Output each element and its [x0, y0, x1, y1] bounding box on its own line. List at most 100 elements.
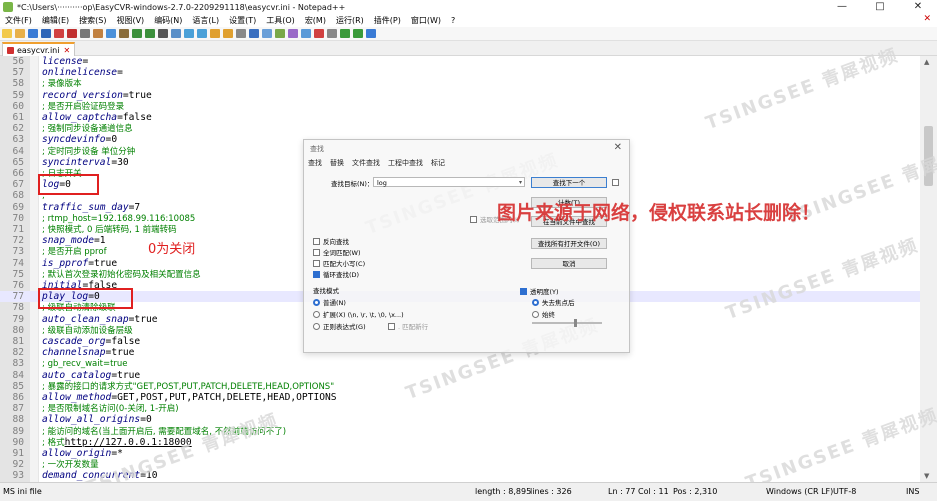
transparency-slider[interactable] — [532, 319, 602, 327]
menu-encoding[interactable]: 编码(N) — [149, 15, 187, 26]
config-value: = — [82, 56, 89, 67]
show-all-chars-icon[interactable] — [249, 29, 259, 38]
tab-close-icon[interactable]: ✕ — [63, 46, 70, 55]
tab-easycvr-ini[interactable]: easycvr.ini ✕ — [2, 42, 76, 56]
code-line[interactable]: 86 allow_method=GET,POST,PUT,PATCH,DELETE… — [0, 392, 920, 403]
scroll-up-icon[interactable]: ▲ — [924, 58, 929, 66]
menu-edit[interactable]: 编辑(E) — [37, 15, 74, 26]
line-number: 69 — [12, 201, 24, 213]
tab-find-in-files[interactable]: 文件查找 — [352, 158, 380, 168]
transparency-checkbox[interactable]: 透明度(Y) — [520, 286, 559, 296]
close-document-icon[interactable]: ✕ — [923, 14, 931, 24]
menu-search[interactable]: 搜索(S) — [74, 15, 111, 26]
line-text: traffic_sum_day=7 — [42, 202, 140, 213]
close-window-button[interactable]: ✕ — [899, 0, 937, 14]
close-file-icon[interactable] — [54, 29, 64, 38]
line-number: 61 — [12, 112, 24, 123]
code-line[interactable]: 88 allow_all_origins=0 — [0, 414, 920, 425]
backward-direction-checkbox[interactable]: 反向查找 — [313, 236, 349, 246]
find-icon[interactable] — [158, 29, 168, 38]
tab-replace[interactable]: 替换 — [330, 158, 344, 168]
function-list-icon[interactable] — [288, 29, 298, 38]
undo-icon[interactable] — [132, 29, 142, 38]
find-next-button[interactable]: 查找下一个 — [531, 177, 607, 188]
search-mode-regex-radio[interactable]: 正则表达式(G) — [313, 321, 366, 331]
code-line[interactable]: 62 ; 强制同步设备通道信息 — [0, 123, 920, 134]
maximize-button[interactable]: □ — [861, 0, 899, 14]
word-wrap-icon[interactable] — [236, 29, 246, 38]
sync-vertical-icon[interactable] — [210, 29, 220, 38]
open-file-icon[interactable] — [15, 29, 25, 38]
slider-handle[interactable] — [574, 319, 577, 327]
paste-icon[interactable] — [119, 29, 129, 38]
menu-bar: 文件(F) 编辑(E) 搜索(S) 视图(V) 编码(N) 语言(L) 设置(T… — [0, 14, 937, 27]
minimize-button[interactable]: — — [823, 0, 861, 14]
find-all-open-button[interactable]: 查找所有打开文件(O) — [531, 238, 607, 249]
record-macro-icon[interactable] — [314, 29, 324, 38]
redo-icon[interactable] — [145, 29, 155, 38]
wrap-around-checkbox[interactable]: 循环查找(D) — [313, 269, 359, 279]
print-icon[interactable] — [80, 29, 90, 38]
status-column: Col : 11 — [638, 487, 669, 496]
chevron-down-icon[interactable]: ▾ — [519, 178, 522, 188]
transparency-always-radio[interactable]: 始终 — [532, 309, 555, 319]
tab-find[interactable]: 查找 — [308, 158, 322, 168]
scroll-down-icon[interactable]: ▼ — [924, 472, 929, 480]
code-line[interactable]: 57 onlinelicense= — [0, 67, 920, 78]
copy-icon[interactable] — [106, 29, 116, 38]
find-next-option-checkbox[interactable] — [612, 179, 622, 186]
search-mode-normal-radio[interactable]: 普通(N) — [313, 297, 346, 307]
radio-circle — [532, 298, 539, 306]
menu-file[interactable]: 文件(F) — [0, 15, 37, 26]
line-text: syncdevinfo=0 — [42, 134, 117, 145]
code-line[interactable]: 61 allow_captcha=false — [0, 112, 920, 123]
menu-run[interactable]: 运行(R) — [331, 15, 369, 26]
menu-tools[interactable]: 工具(O) — [261, 15, 300, 26]
config-key: allow_captcha — [42, 112, 118, 123]
run-macro-multiple-icon[interactable] — [353, 29, 363, 38]
replace-icon[interactable] — [171, 29, 181, 38]
zoom-in-icon[interactable] — [184, 29, 194, 38]
cut-icon[interactable] — [93, 29, 103, 38]
tab-mark[interactable]: 标记 — [431, 158, 445, 168]
save-macro-icon[interactable] — [366, 29, 376, 38]
menu-window[interactable]: 窗口(W) — [406, 15, 446, 26]
save-icon[interactable] — [28, 29, 38, 38]
line-number: 72 — [12, 235, 24, 247]
option-label: 反向查找 — [323, 238, 349, 246]
menu-plugins[interactable]: 插件(P) — [369, 15, 406, 26]
close-all-icon[interactable] — [67, 29, 77, 38]
stop-macro-icon[interactable] — [327, 29, 337, 38]
find-dialog-close-icon[interactable]: ✕ — [614, 142, 622, 153]
zoom-out-icon[interactable] — [197, 29, 207, 38]
menu-macro[interactable]: 宏(M) — [300, 15, 331, 26]
tab-find-in-project[interactable]: 工程中查找 — [388, 158, 423, 168]
find-what-input[interactable]: log ▾ — [373, 177, 525, 187]
config-key: onlinelicense — [42, 67, 118, 79]
new-file-icon[interactable] — [2, 29, 12, 38]
transparency-on-losing-focus-radio[interactable]: 失去焦点后 — [532, 297, 575, 307]
config-key: license — [42, 56, 83, 67]
match-case-checkbox[interactable]: 匹配大小写(C) — [313, 258, 365, 268]
match-whole-word-checkbox[interactable]: 全词匹配(W) — [313, 247, 361, 257]
menu-view[interactable]: 视图(V) — [111, 15, 149, 26]
sync-horizontal-icon[interactable] — [223, 29, 233, 38]
matches-newline-checkbox[interactable]: . 匹配新行 — [388, 321, 428, 331]
save-all-icon[interactable] — [41, 29, 51, 38]
menu-settings[interactable]: 设置(T) — [224, 15, 261, 26]
indent-guide-icon[interactable] — [262, 29, 272, 38]
cancel-button[interactable]: 取消 — [531, 258, 607, 269]
code-line[interactable]: 89; 能访问的域名(当上面开启后, 需要配置域名, 不然前端访问不了) — [0, 426, 920, 437]
line-number: 65 — [12, 156, 24, 168]
code-line[interactable]: 87 ; 是否限制域名访问(0-关闭, 1-开启) — [0, 403, 920, 414]
checkbox-box — [313, 248, 320, 256]
menu-language[interactable]: 语言(L) — [187, 15, 224, 26]
play-macro-icon[interactable] — [340, 29, 350, 38]
code-line[interactable]: 90; 格式http://127.0.0.1:18000 — [0, 437, 920, 448]
doc-map-icon[interactable] — [275, 29, 285, 38]
line-text: auto_clean_snap=true — [42, 314, 158, 325]
menu-help[interactable]: ? — [446, 16, 460, 25]
search-mode-extended-radio[interactable]: 扩展(X) (\n, \r, \t, \0, \x...) — [313, 309, 404, 319]
code-line[interactable]: 56 license= — [0, 56, 920, 67]
folder-workspace-icon[interactable] — [301, 29, 311, 38]
